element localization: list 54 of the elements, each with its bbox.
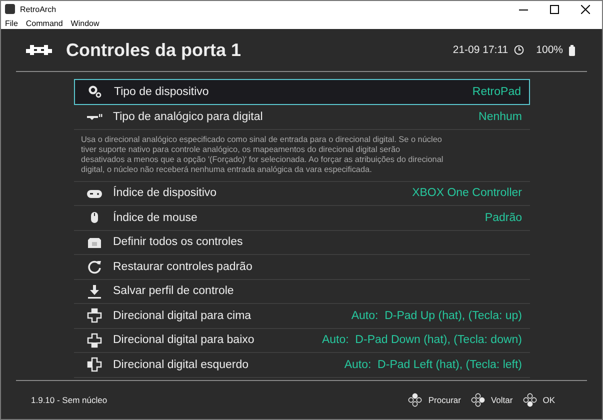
menu-row[interactable]: Direcional digital para cima Auto: D-Pad Up (hat), (Tecla: up) bbox=[74, 304, 530, 328]
menu-row[interactable]: Restaurar controles padrão bbox=[74, 255, 530, 280]
menu-item[interactable]: File bbox=[5, 18, 18, 28]
setting-description: Usa o direcional analógico especificado como sinal de entrada para o direcional digital. Se o núcleo tiver suporte nativo para controle analógico, os mapeamentos do direcional digital serão desativados a menos que a opção '(Forçado)' for selecionada. Ao forçar as atribuições do direcional digital, o núcleo não receberá nenhuma entrada analógica da vara especificada. bbox=[74, 130, 530, 182]
close-icon[interactable] bbox=[581, 4, 590, 14]
menu-row[interactable]: Índice de mouse Padrão bbox=[74, 206, 530, 230]
setting-value: Auto: D-Pad Up (hat), (Tecla: up) bbox=[351, 310, 522, 322]
setting-value: Auto: D-Pad Down (hat), (Tecla: down) bbox=[322, 334, 522, 346]
clock-text: 21-09 17:11 bbox=[452, 44, 508, 56]
menu-item[interactable]: Window bbox=[70, 18, 100, 28]
setting-value: Auto: D-Pad Left (hat), (Tecla: left) bbox=[344, 358, 522, 371]
setting-value: XBOX One Controller bbox=[412, 187, 522, 200]
menu-row[interactable]: Definir todos os controles bbox=[74, 230, 530, 255]
setting-label: Tipo de dispositivo bbox=[114, 86, 209, 98]
app-icon bbox=[5, 4, 15, 14]
gears-icon bbox=[87, 84, 104, 100]
setting-label: Índice de dispositivo bbox=[113, 187, 217, 200]
setting-label: Definir todos os controles bbox=[113, 236, 243, 248]
action-hint[interactable]: Voltar bbox=[490, 395, 513, 405]
setting-label: Direcional digital esquerdo bbox=[113, 358, 249, 371]
menu-row[interactable]: Direcional digital para baixo Auto: D-Pad Down (hat), (Tecla: down) bbox=[74, 328, 530, 353]
dpad-icon bbox=[86, 332, 103, 349]
battery-text: 100% bbox=[536, 44, 563, 56]
refresh-icon bbox=[86, 258, 103, 276]
menu-item[interactable]: Command bbox=[26, 18, 63, 28]
setting-label: Restaurar controles padrão bbox=[113, 260, 252, 273]
setting-value: Padrão bbox=[484, 212, 522, 224]
face-buttons-icon bbox=[408, 393, 422, 407]
dpad-icon bbox=[86, 307, 103, 324]
menu-row[interactable]: Tipo de analógico para digital Nenhum bbox=[74, 105, 530, 130]
setting-label: Direcional digital para baixo bbox=[113, 334, 254, 346]
setting-label: Direcional digital para cima bbox=[113, 310, 252, 322]
menu-row[interactable]: Salvar perfil de controle bbox=[74, 280, 530, 304]
setting-label: Tipo de analógico para digital bbox=[113, 110, 263, 123]
menu-row[interactable]: Direcional digital esquerdo Auto: D-Pad Left (hat), (Tecla: left) bbox=[74, 353, 530, 378]
setting-value: RetroPad bbox=[472, 86, 521, 98]
setting-label: Salvar perfil de controle bbox=[113, 285, 234, 298]
setting-label: Índice de mouse bbox=[113, 212, 198, 224]
battery-icon bbox=[569, 44, 575, 56]
action-hint[interactable]: OK bbox=[542, 395, 555, 405]
menu-row[interactable]: Tipo de dispositivo RetroPad bbox=[74, 79, 530, 105]
version-text: 1.9.10 - Sem núcleo bbox=[31, 395, 108, 405]
action-hint[interactable]: Procurar bbox=[428, 395, 461, 405]
menu-row[interactable]: Índice de dispositivo XBOX One Controller bbox=[74, 182, 530, 206]
invader-logo-icon bbox=[26, 43, 52, 57]
clock-icon bbox=[514, 45, 524, 55]
dpad-icon bbox=[86, 356, 103, 374]
setting-value: Nenhum bbox=[478, 110, 522, 123]
page-title: Controles da porta 1 bbox=[66, 40, 242, 60]
maximize-icon[interactable] bbox=[550, 4, 559, 14]
face-buttons-icon bbox=[470, 393, 485, 407]
window-title: RetroArch bbox=[20, 4, 56, 14]
download-icon bbox=[86, 282, 103, 300]
face-buttons-icon bbox=[522, 393, 537, 407]
